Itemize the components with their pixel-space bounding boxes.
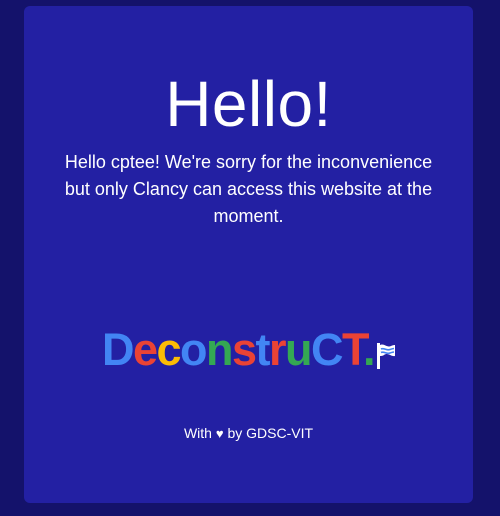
logo-container: DeconstruCT. — [24, 322, 473, 378]
logo-letter: r — [269, 324, 287, 375]
logo-letter: D — [101, 324, 135, 375]
flag-icon — [377, 343, 396, 369]
footer-prefix: With — [183, 425, 212, 441]
main-card: Hello! Hello cptee! We're sorry for the … — [24, 6, 473, 503]
page-title: Hello! — [165, 68, 332, 140]
logo-letter: n — [206, 324, 234, 375]
access-message: Hello cptee! We're sorry for the inconve… — [64, 152, 433, 226]
footer-suffix: by GDSC-VIT — [227, 425, 314, 441]
logo-letter: T — [342, 324, 365, 375]
logo-wordmark: DeconstruCT. — [101, 324, 376, 375]
footer-credit: With ♥ by GDSC-VIT — [24, 424, 473, 443]
logo-letter: t — [255, 324, 271, 375]
logo-letter: c — [156, 324, 181, 375]
logo-letter: . — [363, 324, 376, 375]
logo-letter: s — [232, 324, 257, 375]
logo-letter: o — [180, 324, 208, 375]
logo-letter: C — [311, 324, 344, 375]
heart-icon: ♥ — [215, 426, 224, 441]
logo-letter: u — [285, 324, 313, 375]
logo-letter: e — [132, 324, 158, 375]
deconstruct-logo: DeconstruCT. — [101, 324, 396, 375]
